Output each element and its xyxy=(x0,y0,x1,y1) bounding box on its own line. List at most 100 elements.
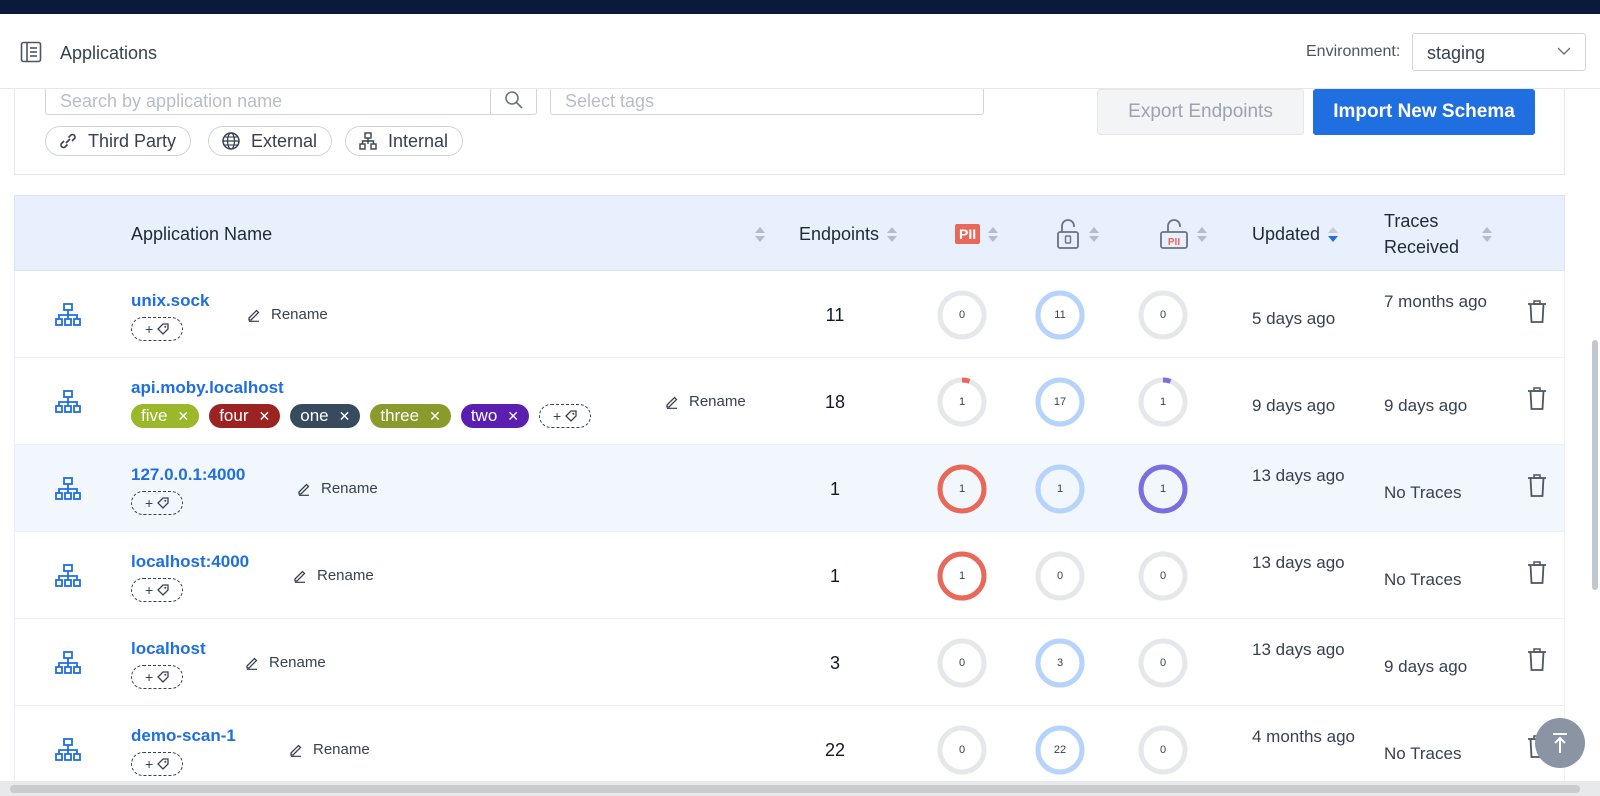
chip-external[interactable]: External xyxy=(208,126,333,156)
tag-pill[interactable]: one ✕ xyxy=(290,404,361,428)
trash-icon[interactable] xyxy=(1527,387,1547,411)
col-pii[interactable]: PII xyxy=(955,196,999,272)
sidebar-toggle-icon[interactable] xyxy=(20,41,42,63)
application-icon xyxy=(55,390,81,413)
application-name-link[interactable]: 127.0.0.1:4000 xyxy=(131,465,245,485)
add-tag-button[interactable]: + xyxy=(131,491,183,515)
tag-icon xyxy=(157,323,169,335)
environment-select[interactable]: staging xyxy=(1412,33,1586,71)
table-row[interactable]: api.moby.localhost five ✕ four ✕ one ✕ three ✕ t… xyxy=(14,358,1565,445)
pii-count: 0 xyxy=(958,744,966,756)
unauth-pii-donut: 0 xyxy=(1136,723,1190,777)
search-placeholder: Search by application name xyxy=(60,91,283,111)
table-row[interactable]: localhost:4000 + Rename 1 1 0 0 13 days … xyxy=(14,532,1565,619)
add-tag-button[interactable]: + xyxy=(539,404,592,428)
chip-third-party[interactable]: Third Party xyxy=(45,126,192,156)
add-tag-button[interactable]: + xyxy=(131,665,183,689)
remove-tag-icon[interactable]: ✕ xyxy=(429,408,441,425)
application-name-link[interactable]: localhost xyxy=(131,639,206,659)
add-tag-button[interactable]: + xyxy=(131,752,183,776)
application-icon xyxy=(55,303,81,326)
import-schema-button[interactable]: Import New Schema xyxy=(1313,89,1535,135)
arrow-up-icon xyxy=(1553,733,1567,753)
table-row[interactable]: 127.0.0.1:4000 + Rename 1 1 1 1 13 days … xyxy=(14,445,1565,532)
horizontal-scrollbar[interactable] xyxy=(0,781,1600,796)
remove-tag-icon[interactable]: ✕ xyxy=(177,408,189,425)
col-unauthenticated-pii[interactable]: PII xyxy=(1159,196,1207,272)
chip-label: External xyxy=(251,130,318,151)
application-name-link[interactable]: unix.sock xyxy=(131,291,209,311)
scroll-to-top-button[interactable] xyxy=(1535,718,1585,768)
updated-time: 4 months ago xyxy=(1252,727,1356,746)
tag-pill[interactable]: four ✕ xyxy=(209,404,281,428)
table-row[interactable]: unix.sock + Rename 11 0 11 0 5 days ago … xyxy=(14,271,1565,358)
unauth-pii-donut: 0 xyxy=(1136,288,1190,342)
remove-tag-icon[interactable]: ✕ xyxy=(259,408,271,425)
trash-icon[interactable] xyxy=(1527,648,1547,672)
trash-icon[interactable] xyxy=(1527,561,1547,585)
add-tag-button[interactable]: + xyxy=(131,317,183,341)
rename-button[interactable]: Rename xyxy=(245,654,326,671)
tag-icon xyxy=(157,758,169,770)
scrollbar-thumb[interactable] xyxy=(10,785,1580,793)
table-row[interactable]: demo-scan-1 + Rename 22 0 22 0 4 months … xyxy=(14,706,1565,793)
unauth-count: 22 xyxy=(1053,744,1067,756)
tags-placeholder: Select tags xyxy=(565,91,655,111)
page-title: Applications xyxy=(60,43,158,63)
tag-label: one xyxy=(300,406,329,425)
unauth-pii-count: 1 xyxy=(1159,396,1167,408)
remove-tag-icon[interactable]: ✕ xyxy=(507,408,519,425)
tag-pill[interactable]: three ✕ xyxy=(370,404,451,428)
pii-count: 0 xyxy=(958,309,966,321)
rename-button[interactable]: Rename xyxy=(297,480,378,497)
col-label: Traces Received xyxy=(1384,211,1460,257)
col-endpoints[interactable]: Endpoints xyxy=(799,196,898,272)
endpoints-count: 11 xyxy=(825,305,845,325)
export-endpoints-button[interactable]: Export Endpoints xyxy=(1097,89,1304,135)
pii-donut: 1 xyxy=(935,375,989,429)
trash-icon[interactable] xyxy=(1527,300,1547,324)
application-name-link[interactable]: localhost:4000 xyxy=(131,552,249,572)
tag-pill[interactable]: two ✕ xyxy=(460,404,530,428)
col-updated[interactable]: Updated xyxy=(1252,196,1339,272)
environment-label: Environment: xyxy=(1306,43,1401,60)
endpoints-count: 1 xyxy=(829,566,840,586)
trash-icon[interactable] xyxy=(1527,474,1547,498)
updated-time: 5 days ago xyxy=(1252,309,1336,328)
rename-button[interactable]: Rename xyxy=(247,306,328,323)
tag-pill[interactable]: five ✕ xyxy=(131,404,200,428)
rename-button[interactable]: Rename xyxy=(665,393,746,410)
col-label: Application Name xyxy=(131,223,273,244)
pencil-icon xyxy=(290,744,302,757)
sort-icon xyxy=(988,225,999,243)
traces-received: 7 months ago xyxy=(1384,292,1488,311)
tag-list: + xyxy=(131,317,193,341)
add-tag-button[interactable]: + xyxy=(131,578,183,602)
application-name-link[interactable]: api.moby.localhost xyxy=(131,378,284,398)
rename-button[interactable]: Rename xyxy=(289,741,370,758)
tag-label: three xyxy=(380,406,420,425)
col-application-name[interactable]: Application Name xyxy=(131,196,272,272)
unauth-pii-donut: 0 xyxy=(1136,636,1190,690)
remove-tag-icon[interactable]: ✕ xyxy=(339,408,351,425)
rename-label: Rename xyxy=(317,567,374,584)
endpoints-count: 22 xyxy=(824,740,846,760)
scrollbar-thumb[interactable] xyxy=(1592,340,1598,590)
link-icon xyxy=(60,133,76,149)
table-row[interactable]: localhost + Rename 3 0 3 0 13 days ago 9… xyxy=(14,619,1565,706)
sort-name[interactable] xyxy=(747,196,765,272)
vertical-scrollbar[interactable] xyxy=(1590,90,1600,776)
pencil-icon xyxy=(246,657,258,670)
unauth-count: 0 xyxy=(1056,570,1064,582)
rename-label: Rename xyxy=(321,480,378,497)
chip-internal[interactable]: Internal xyxy=(345,126,464,156)
pii-icon: PII xyxy=(955,224,981,244)
tag-label: five xyxy=(141,406,168,425)
rename-button[interactable]: Rename xyxy=(293,567,374,584)
application-name-link[interactable]: demo-scan-1 xyxy=(131,726,236,746)
table-header: Application Name Endpoints PII PII Updat… xyxy=(14,195,1565,271)
unauth-count: 17 xyxy=(1053,396,1067,408)
col-unauthenticated[interactable] xyxy=(1055,196,1099,272)
tag-icon xyxy=(157,671,169,683)
col-traces-received[interactable]: Traces Received xyxy=(1384,196,1492,272)
